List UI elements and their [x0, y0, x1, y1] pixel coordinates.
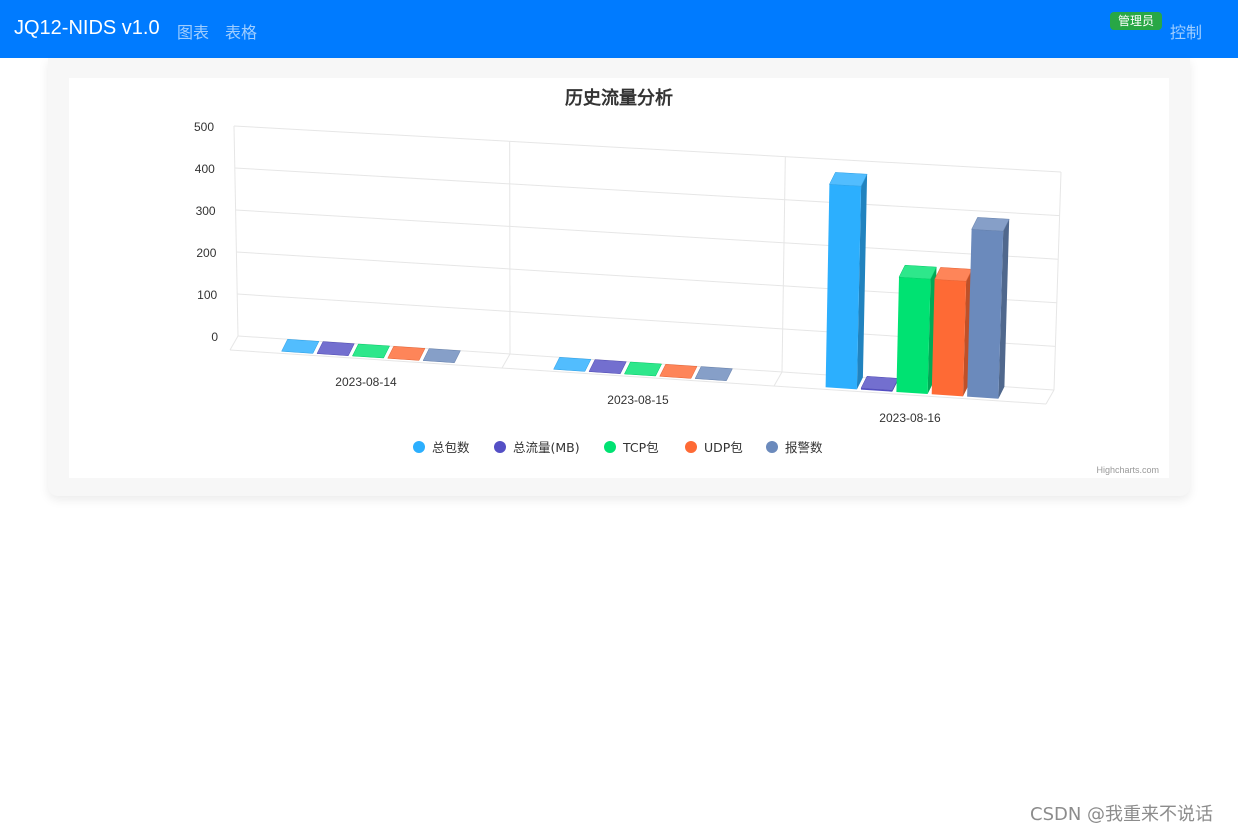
- legend-symbol: [766, 441, 778, 453]
- floor-edge: [501, 353, 511, 369]
- bar-1-2[interactable]: [860, 376, 899, 392]
- gridline: [233, 125, 239, 337]
- x-tick-label: 2023-08-15: [607, 393, 669, 407]
- bar-4-2[interactable]: [967, 217, 1010, 399]
- bar-top-face: [422, 348, 461, 363]
- bar-top-face: [387, 346, 426, 361]
- legend-label: 报警数: [785, 440, 823, 455]
- bar-front-face: [825, 184, 862, 390]
- gridline: [234, 167, 1060, 217]
- bar-1-1[interactable]: [588, 359, 627, 374]
- bar-top-face: [281, 339, 320, 354]
- bar-0-2[interactable]: [825, 172, 868, 390]
- legend-item[interactable]: 报警数: [766, 440, 823, 455]
- gridline: [233, 125, 1062, 173]
- legend-item[interactable]: 总包数: [413, 440, 470, 455]
- bar-top-face: [971, 217, 1010, 232]
- nav-link-tables[interactable]: 表格: [225, 19, 257, 43]
- y-tick-label: 500: [194, 120, 214, 134]
- admin-badge: 管理员: [1110, 12, 1162, 30]
- y-tick-label: 400: [195, 162, 215, 176]
- bar-4-1[interactable]: [694, 366, 733, 381]
- legend-symbol: [685, 441, 697, 453]
- bar-front-face: [896, 277, 931, 394]
- bar-top-face: [829, 172, 868, 187]
- bar-top-face: [860, 376, 899, 391]
- bar-2-0[interactable]: [352, 343, 390, 359]
- bar-top-face: [898, 264, 937, 280]
- bar-top-face: [694, 366, 733, 381]
- legend-item[interactable]: TCP包: [604, 440, 659, 455]
- bar-1-0[interactable]: [316, 341, 355, 356]
- legend-symbol: [604, 441, 616, 453]
- bar-front-face: [967, 229, 1004, 399]
- chart-title: 历史流量分析: [565, 87, 673, 109]
- legend-label: 总包数: [432, 440, 470, 455]
- bar-2-1[interactable]: [624, 361, 662, 377]
- gridline: [1053, 171, 1062, 391]
- bar-top-face: [624, 361, 662, 377]
- legend-symbol: [494, 441, 506, 453]
- floor-edge: [229, 335, 239, 351]
- y-tick-label: 300: [196, 204, 216, 218]
- legend-label: UDP包: [704, 440, 743, 455]
- bar-top-face: [553, 357, 592, 372]
- bar-0-0[interactable]: [281, 339, 320, 354]
- gridline: [235, 209, 1059, 260]
- floor-edge: [773, 371, 783, 387]
- chart-svg: 500 400 300 200 100 0 2023-08-14 2023-08-15 2023…: [194, 87, 1159, 475]
- legend-label: TCP包: [622, 440, 659, 455]
- legend-label: 总流量(MB): [513, 440, 580, 455]
- bar-4-0[interactable]: [422, 348, 461, 363]
- legend-item[interactable]: UDP包: [685, 440, 743, 455]
- chart-credits[interactable]: Highcharts.com: [1096, 465, 1159, 475]
- bar-3-1[interactable]: [659, 364, 698, 379]
- y-tick-label: 0: [211, 330, 218, 344]
- y-tick-label: 200: [196, 246, 216, 260]
- bar-front-face: [931, 279, 967, 397]
- watermark: CSDN @我重来不说话: [1030, 804, 1214, 825]
- bar-top-face: [352, 343, 390, 359]
- bar-top-face: [588, 359, 627, 374]
- bar-top-face: [934, 267, 973, 282]
- bar-3-2[interactable]: [931, 267, 973, 397]
- brand-title[interactable]: JQ12-NIDS v1.0: [14, 17, 160, 40]
- legend-symbol: [413, 441, 425, 453]
- bar-top-face: [659, 364, 698, 379]
- y-tick-label: 100: [197, 288, 217, 302]
- bar-2-2[interactable]: [896, 264, 937, 394]
- chart-container: 500 400 300 200 100 0 2023-08-14 2023-08-15 2023…: [69, 78, 1169, 478]
- bar-0-1[interactable]: [553, 357, 592, 372]
- nav-link-control[interactable]: 控制: [1170, 19, 1202, 43]
- legend-item[interactable]: 总流量(MB): [494, 440, 580, 455]
- bar-top-face: [316, 341, 355, 356]
- bar-3-0[interactable]: [387, 346, 426, 361]
- floor-edge: [1045, 389, 1055, 405]
- navbar: JQ12-NIDS v1.0 图表 表格 管理员 控制: [0, 0, 1238, 58]
- x-tick-label: 2023-08-14: [335, 375, 397, 389]
- gridline: [781, 156, 786, 373]
- nav-link-charts[interactable]: 图表: [177, 19, 209, 43]
- x-tick-label: 2023-08-16: [879, 411, 941, 425]
